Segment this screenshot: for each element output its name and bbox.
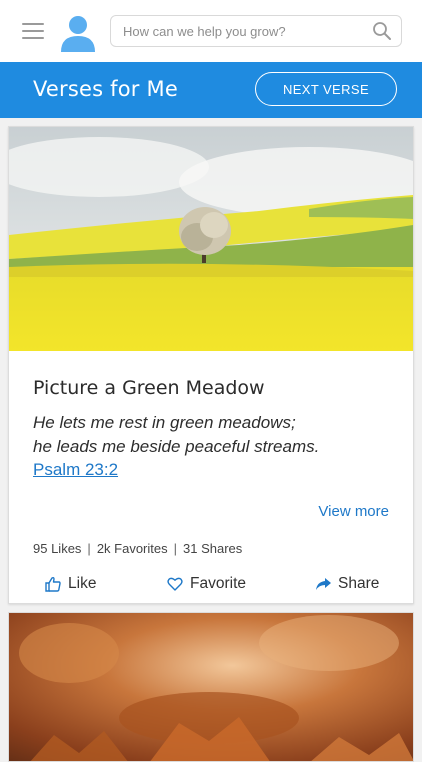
card-stats: 95 Likes | 2k Favorites | 31 Shares: [33, 541, 243, 556]
shares-count: 31 Shares: [183, 541, 243, 556]
top-bar: [0, 0, 422, 62]
next-verse-card: [8, 612, 414, 762]
view-more-link[interactable]: View more: [318, 503, 389, 520]
favorites-count: 2k Favorites: [96, 541, 168, 556]
verse-card: Picture a Green Meadow He lets me rest i…: [8, 126, 414, 604]
favorite-button[interactable]: Favorite: [167, 571, 246, 597]
user-avatar-icon[interactable]: [58, 12, 98, 52]
next-verse-button[interactable]: NEXT VERSE: [255, 72, 397, 106]
verse-image: [9, 613, 413, 761]
heart-icon: [167, 577, 183, 591]
likes-count: 95 Likes: [33, 541, 82, 556]
share-button[interactable]: Share: [315, 571, 379, 597]
page-header: Verses for Me NEXT VERSE: [0, 62, 422, 118]
hamburger-icon[interactable]: [22, 22, 44, 40]
search-box: [110, 15, 402, 47]
like-label: Like: [68, 575, 97, 592]
verse-title: Picture a Green Meadow: [33, 377, 265, 399]
verse-line: He lets me rest in green meadows;: [33, 413, 296, 432]
verse-reference-link[interactable]: Psalm 23:2: [33, 460, 118, 480]
search-icon[interactable]: [372, 21, 392, 41]
verse-image: [9, 127, 413, 351]
like-button[interactable]: Like: [45, 571, 96, 597]
verse-line: he leads me beside peaceful streams.: [33, 437, 320, 456]
card-actions: Like Favorite Share: [9, 571, 413, 601]
search-input[interactable]: [123, 16, 363, 46]
share-arrow-icon: [316, 578, 331, 590]
thumbs-up-icon: [45, 576, 61, 592]
favorite-label: Favorite: [190, 575, 246, 592]
share-label: Share: [338, 575, 380, 592]
verse-text: He lets me rest in green meadows; he lea…: [33, 411, 319, 459]
page-title: Verses for Me: [33, 77, 178, 101]
